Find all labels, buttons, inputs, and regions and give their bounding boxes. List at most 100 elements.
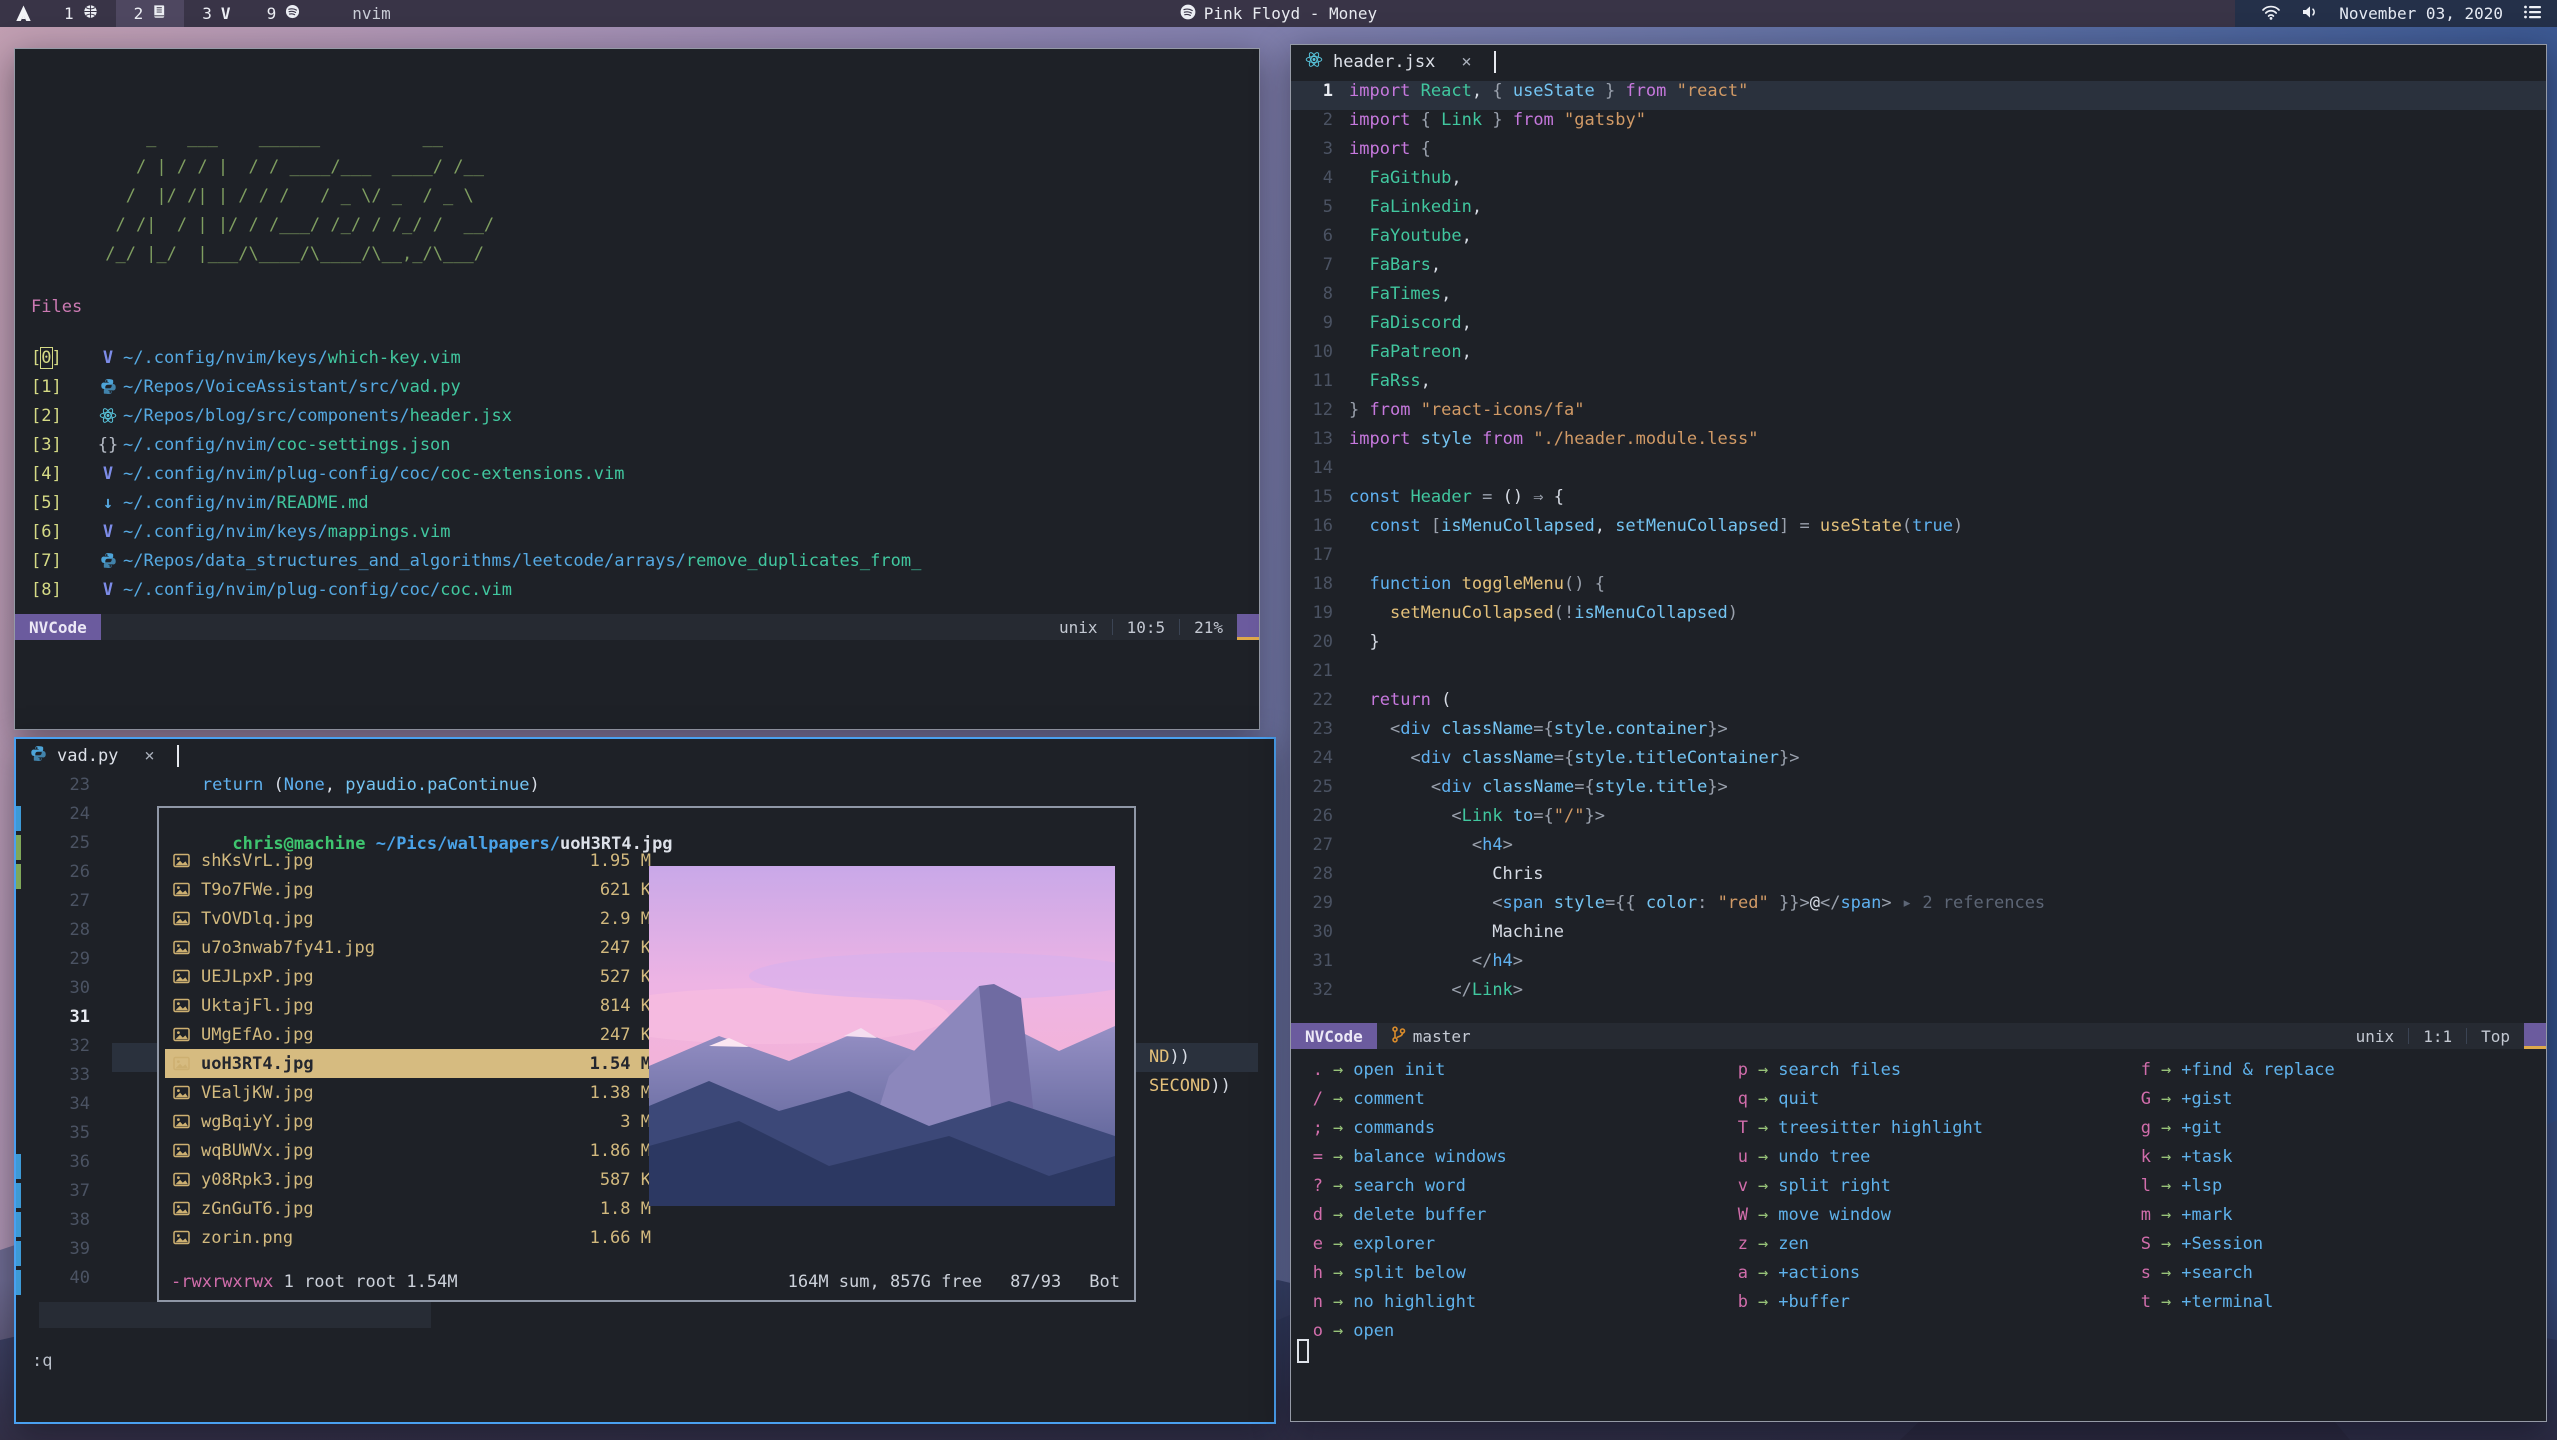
startify-item[interactable]: [0]V~/.config/nvim/keys/which-key.vim — [31, 343, 1249, 372]
jsx-buffer[interactable]: 1import React, { useState } from "react"… — [1291, 81, 2546, 1009]
whichkey-entry[interactable]: S→+Session — [2131, 1229, 2335, 1258]
wifi-icon[interactable] — [2261, 4, 2281, 24]
whichkey-entry[interactable]: .→open init — [1303, 1055, 1507, 1084]
code-line-29[interactable]: 29 <span style={{ color: "red" }}>@</spa… — [1291, 893, 2546, 922]
terminal-window-dashboard[interactable]: _ ___ ______ __ / | / / | / / ____/___ _… — [14, 48, 1260, 730]
code-line-8[interactable]: 8 FaTimes, — [1291, 284, 2546, 313]
whichkey-entry[interactable]: h→split below — [1303, 1258, 1507, 1287]
startify-item[interactable]: [5]↓~/.config/nvim/README.md — [31, 488, 1249, 517]
file-row[interactable]: u7o3nwab7fy41.jpg247 K — [165, 933, 659, 962]
code-line-30[interactable]: 30 Machine — [1291, 922, 2546, 951]
whichkey-entry[interactable]: ?→search word — [1303, 1171, 1507, 1200]
whichkey-entry[interactable]: f→+find & replace — [2131, 1055, 2335, 1084]
tab-vad-py[interactable]: vad.py × — [16, 739, 169, 773]
code-line-9[interactable]: 9 FaDiscord, — [1291, 313, 2546, 342]
code-line-23[interactable]: 23 <div className={style.container}> — [1291, 719, 2546, 748]
code-line-28[interactable]: 28 Chris — [1291, 864, 2546, 893]
whichkey-entry[interactable]: z→zen — [1728, 1229, 1983, 1258]
code-line-6[interactable]: 6 FaYoutube, — [1291, 226, 2546, 255]
file-row[interactable]: UEJLpxP.jpg527 K — [165, 962, 659, 991]
code-line-19[interactable]: 19 setMenuCollapsed(!isMenuCollapsed) — [1291, 603, 2546, 632]
file-row[interactable]: UMgEfAo.jpg247 K — [165, 1020, 659, 1049]
whichkey-entry[interactable]: d→delete buffer — [1303, 1200, 1507, 1229]
code-line-16[interactable]: 16 const [isMenuCollapsed, setMenuCollap… — [1291, 516, 2546, 545]
whichkey-entry[interactable]: b→+buffer — [1728, 1287, 1983, 1316]
code-line-18[interactable]: 18 function toggleMenu() { — [1291, 574, 2546, 603]
workspace-button-3[interactable]: 3V — [184, 0, 248, 27]
startify-item[interactable]: [7]~/Repos/data_structures_and_algorithm… — [31, 546, 1249, 575]
workspace-button-1[interactable]: 1 — [46, 0, 116, 27]
file-row[interactable]: TvOVDlq.jpg2.9 M — [165, 904, 659, 933]
file-row[interactable]: uoH3RT4.jpg1.54 M — [165, 1049, 659, 1078]
tray-menu-icon[interactable] — [2523, 4, 2543, 24]
workspace-button-9[interactable]: 9 — [249, 0, 319, 27]
whichkey-entry[interactable]: p→search files — [1728, 1055, 1983, 1084]
whichkey-entry[interactable]: W→move window — [1728, 1200, 1983, 1229]
code-line-25[interactable]: 25 <div className={style.title}> — [1291, 777, 2546, 806]
file-row[interactable]: zGnGuT6.jpg1.8 M — [165, 1194, 659, 1223]
startify-item[interactable]: [8]V~/.config/nvim/plug-config/coc/coc.v… — [31, 575, 1249, 604]
code-line-12[interactable]: 12} from "react-icons/fa" — [1291, 400, 2546, 429]
startify-item[interactable]: [4]V~/.config/nvim/plug-config/coc/coc-e… — [31, 459, 1249, 488]
whichkey-entry[interactable]: q→quit — [1728, 1084, 1983, 1113]
whichkey-entry[interactable]: T→treesitter highlight — [1728, 1113, 1983, 1142]
file-row[interactable]: wgBqiyY.jpg3 M — [165, 1107, 659, 1136]
code-line-2[interactable]: 2import { Link } from "gatsby" — [1291, 110, 2546, 139]
file-row[interactable]: VEaljKW.jpg1.38 M — [165, 1078, 659, 1107]
whichkey-entry[interactable]: m→+mark — [2131, 1200, 2335, 1229]
tab-close-icon[interactable]: × — [144, 746, 154, 766]
code-line-27[interactable]: 27 <h4> — [1291, 835, 2546, 864]
whichkey-entry[interactable]: a→+actions — [1728, 1258, 1983, 1287]
whichkey-entry[interactable]: /→comment — [1303, 1084, 1507, 1113]
file-row[interactable]: zorin.png1.66 M — [165, 1223, 659, 1252]
whichkey-entry[interactable]: g→+git — [2131, 1113, 2335, 1142]
whichkey-entry[interactable]: =→balance windows — [1303, 1142, 1507, 1171]
file-row[interactable]: UktajFl.jpg814 K — [165, 991, 659, 1020]
whichkey-entry[interactable]: e→explorer — [1303, 1229, 1507, 1258]
file-row[interactable]: wqBUWVx.jpg1.86 M — [165, 1136, 659, 1165]
code-line-3[interactable]: 3import { — [1291, 139, 2546, 168]
volume-icon[interactable] — [2301, 4, 2319, 24]
lf-file-manager-popup[interactable]: chris@machine ~/Pics/wallpapers/uoH3RT4.… — [157, 806, 1136, 1302]
whichkey-entry[interactable]: n→no highlight — [1303, 1287, 1507, 1316]
whichkey-entry[interactable]: t→+terminal — [2131, 1287, 2335, 1316]
code-line-24[interactable]: 24 <div className={style.titleContainer}… — [1291, 748, 2546, 777]
code-line-10[interactable]: 10 FaPatreon, — [1291, 342, 2546, 371]
file-row[interactable]: y08Rpk3.jpg587 K — [165, 1165, 659, 1194]
code-line-4[interactable]: 4 FaGithub, — [1291, 168, 2546, 197]
code-line-15[interactable]: 15const Header = () ⇒ { — [1291, 487, 2546, 516]
code-line-32[interactable]: 32 </Link> — [1291, 980, 2546, 1009]
command-line[interactable]: :q — [32, 1347, 52, 1376]
startify-item[interactable]: [2]~/Repos/blog/src/components/header.js… — [31, 401, 1249, 430]
code-line-20[interactable]: 20 } — [1291, 632, 2546, 661]
code-line-26[interactable]: 26 <Link to={"/"}> — [1291, 806, 2546, 835]
whichkey-entry[interactable]: l→+lsp — [2131, 1171, 2335, 1200]
whichkey-entry[interactable]: G→+gist — [2131, 1084, 2335, 1113]
tab-close-icon[interactable]: × — [1461, 52, 1471, 72]
file-row[interactable]: shKsVrL.jpg1.95 M — [165, 846, 659, 875]
code-line-22[interactable]: 22 return ( — [1291, 690, 2546, 719]
code-line-14[interactable]: 14 — [1291, 458, 2546, 487]
whichkey-entry[interactable]: k→+task — [2131, 1142, 2335, 1171]
workspace-button-2[interactable]: 2 — [116, 0, 185, 27]
whichkey-entry[interactable]: ;→commands — [1303, 1113, 1507, 1142]
code-line-13[interactable]: 13import style from "./header.module.les… — [1291, 429, 2546, 458]
code-line-31[interactable]: 31 </h4> — [1291, 951, 2546, 980]
code-line-11[interactable]: 11 FaRss, — [1291, 371, 2546, 400]
terminal-window-headerjsx[interactable]: header.jsx × 1import React, { useState }… — [1290, 44, 2547, 1422]
whichkey-entry[interactable]: o→open — [1303, 1316, 1507, 1345]
code-line-5[interactable]: 5 FaLinkedin, — [1291, 197, 2546, 226]
startify-item[interactable]: [1]~/Repos/VoiceAssistant/src/vad.py — [31, 372, 1249, 401]
code-line-21[interactable]: 21 — [1291, 661, 2546, 690]
code-line-1[interactable]: 1import React, { useState } from "react" — [1291, 81, 2546, 110]
code-line-17[interactable]: 17 — [1291, 545, 2546, 574]
buffer-line-23[interactable]: 23 return (None, pyaudio.paContinue) — [16, 775, 1274, 804]
whichkey-entry[interactable]: u→undo tree — [1728, 1142, 1983, 1171]
terminal-window-vadpy[interactable]: vad.py × 23 return (None, pyaudio.paCont… — [14, 737, 1276, 1424]
code-line-7[interactable]: 7 FaBars, — [1291, 255, 2546, 284]
startify-item[interactable]: [6]V~/.config/nvim/keys/mappings.vim — [31, 517, 1249, 546]
whichkey-entry[interactable]: v→split right — [1728, 1171, 1983, 1200]
startify-item[interactable]: [3]{}~/.config/nvim/coc-settings.json — [31, 430, 1249, 459]
whichkey-entry[interactable]: s→+search — [2131, 1258, 2335, 1287]
tab-header-jsx[interactable]: header.jsx × — [1291, 45, 1486, 79]
